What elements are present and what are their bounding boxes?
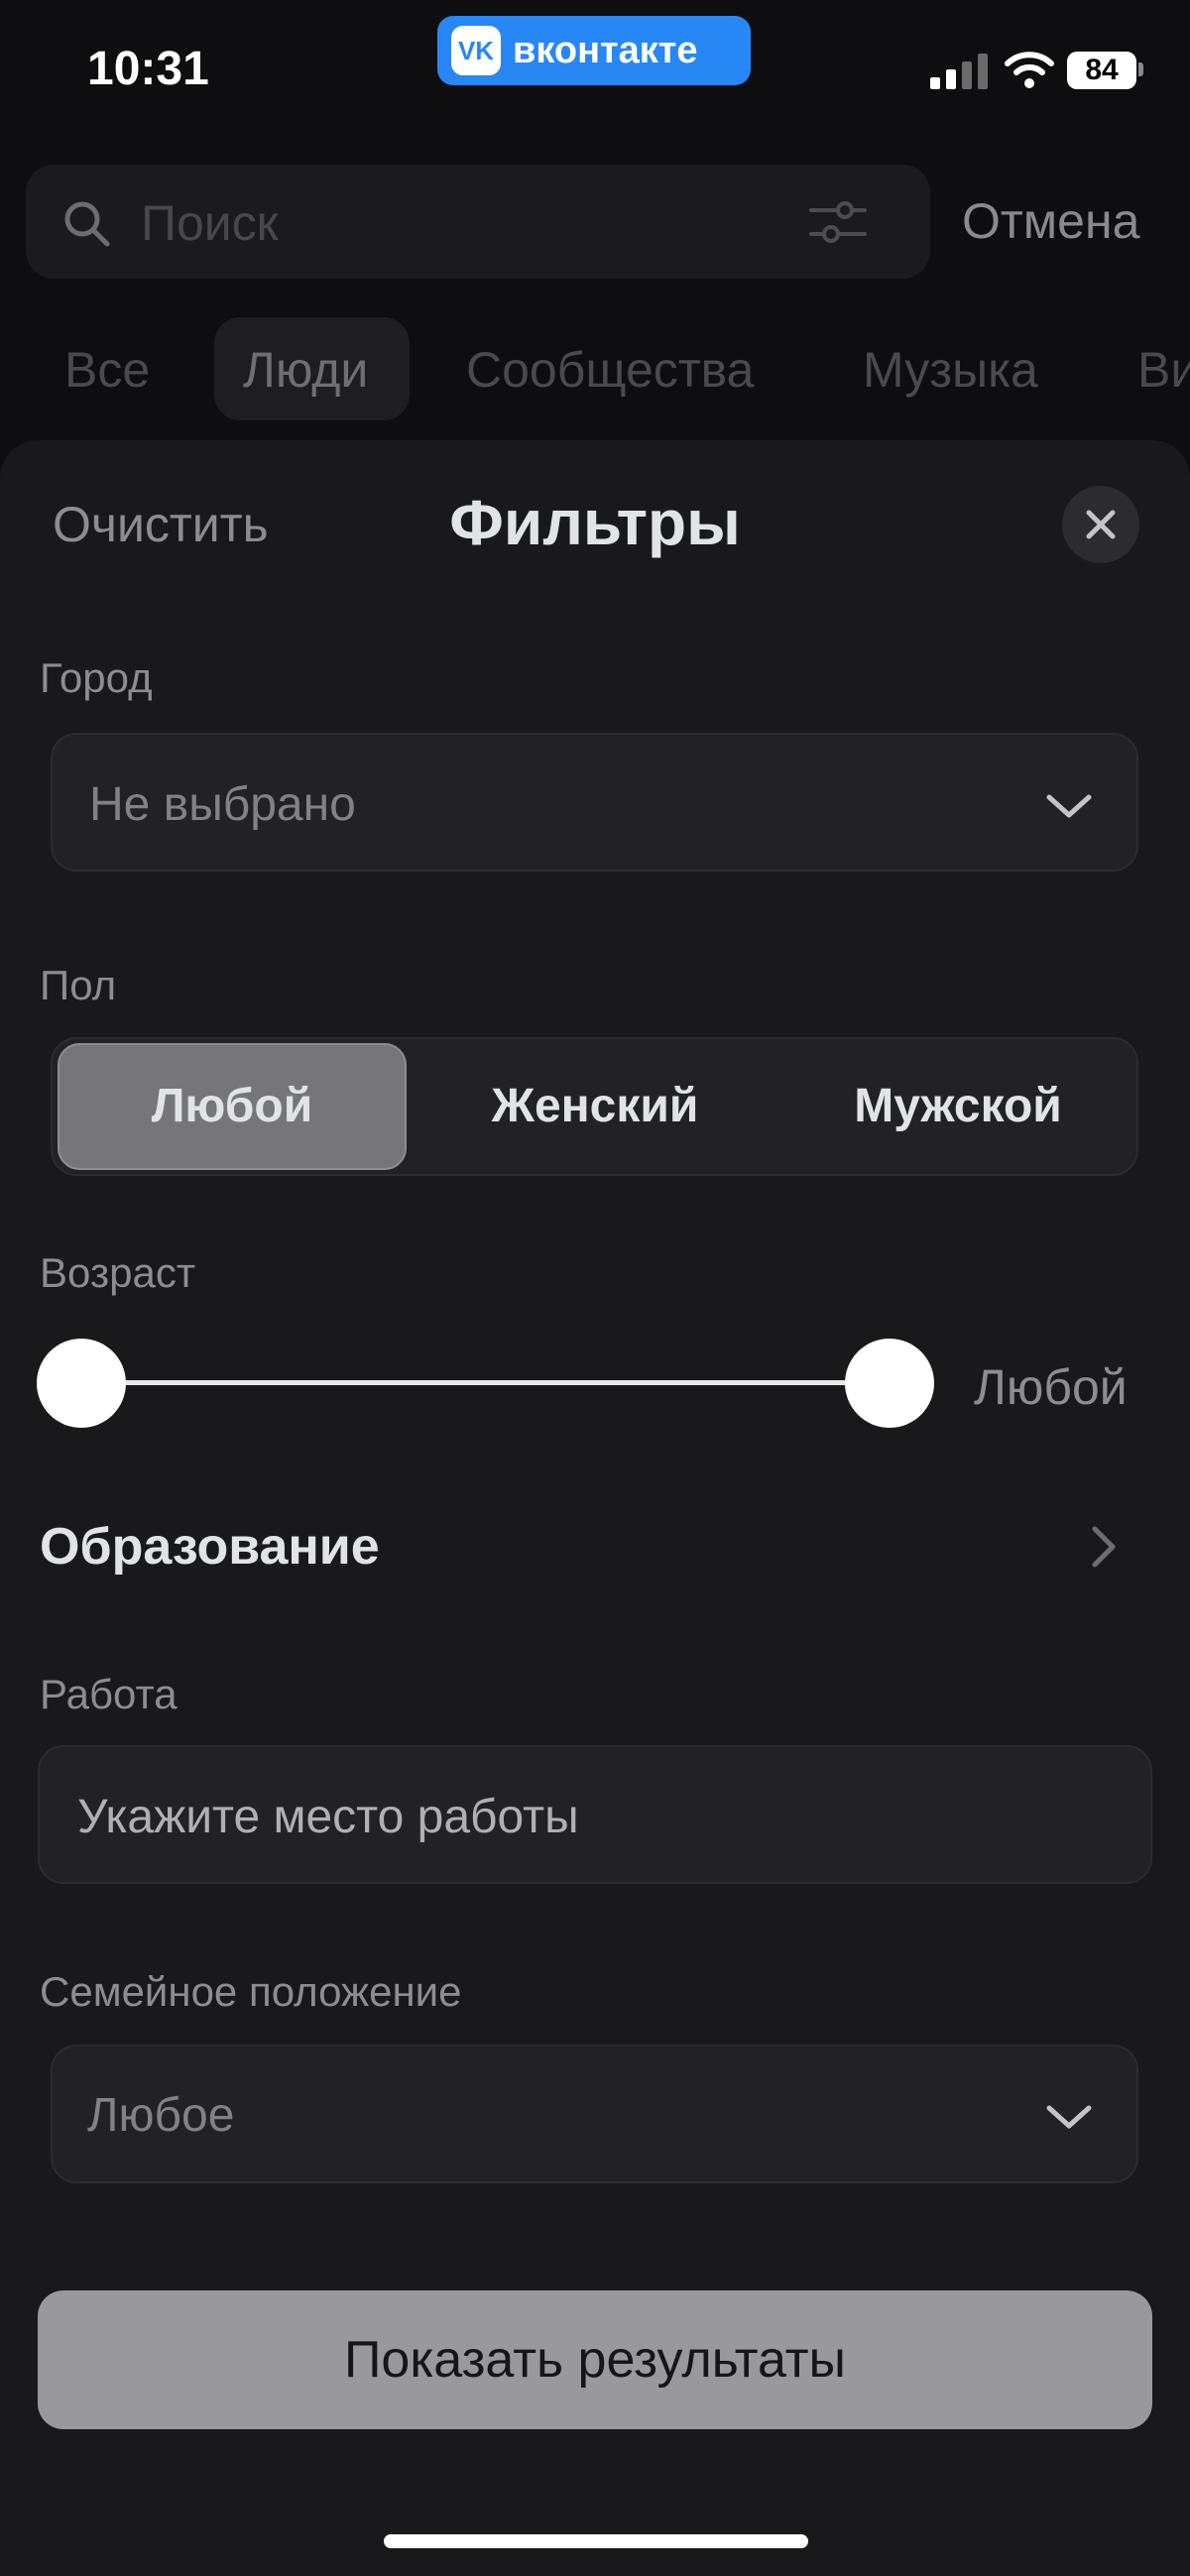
age-slider-max-handle[interactable] xyxy=(845,1339,934,1428)
chevron-right-icon[interactable] xyxy=(1087,1523,1121,1571)
gender-option-any[interactable]: Любой xyxy=(58,1079,407,1133)
age-slider-track[interactable] xyxy=(79,1380,892,1385)
vk-logo-icon: VK xyxy=(451,26,501,75)
cancel-button[interactable]: Отмена xyxy=(962,192,1139,250)
vk-app-badge[interactable]: VK вконтакте xyxy=(437,16,751,85)
cellular-signal-icon xyxy=(930,50,990,89)
family-status-label: Семейное положение xyxy=(40,1968,462,2015)
city-label: Город xyxy=(40,654,153,701)
family-status-value: Любое xyxy=(87,2089,235,2142)
city-value: Не выбрано xyxy=(89,778,356,831)
age-value: Любой xyxy=(974,1359,1128,1415)
gender-label: Пол xyxy=(40,962,117,1008)
vk-app-name: вконтакте xyxy=(513,29,698,71)
education-row[interactable]: Образование xyxy=(40,1517,380,1577)
battery-indicator: 84 xyxy=(1067,52,1136,89)
home-indicator[interactable] xyxy=(384,2534,808,2548)
show-results-button[interactable]: Показать результаты xyxy=(38,2290,1152,2429)
status-time: 10:31 xyxy=(87,43,209,95)
age-label: Возраст xyxy=(40,1249,196,1296)
search-placeholder[interactable]: Поиск xyxy=(141,194,279,252)
tab-music[interactable]: Музыка xyxy=(863,341,1038,399)
sheet-title: Фильтры xyxy=(449,487,741,558)
gender-option-female[interactable]: Женский xyxy=(420,1079,770,1133)
gender-option-male[interactable]: Мужской xyxy=(783,1079,1132,1133)
chevron-down-icon xyxy=(1046,2105,1092,2129)
age-slider-min-handle[interactable] xyxy=(37,1339,126,1428)
tab-all[interactable]: Все xyxy=(64,341,150,399)
search-icon xyxy=(64,201,110,247)
close-icon xyxy=(1086,510,1116,539)
close-button[interactable] xyxy=(1062,486,1139,563)
chevron-down-icon xyxy=(1046,794,1092,818)
filter-settings-icon[interactable] xyxy=(807,194,869,250)
tab-people[interactable]: Люди xyxy=(243,341,368,399)
tab-communities[interactable]: Сообщества xyxy=(466,341,754,399)
battery-cap xyxy=(1138,62,1143,76)
work-placeholder[interactable]: Укажите место работы xyxy=(77,1790,579,1844)
wifi-icon xyxy=(1005,52,1054,88)
tab-video[interactable]: Ви xyxy=(1137,341,1190,399)
work-label: Работа xyxy=(40,1671,178,1717)
